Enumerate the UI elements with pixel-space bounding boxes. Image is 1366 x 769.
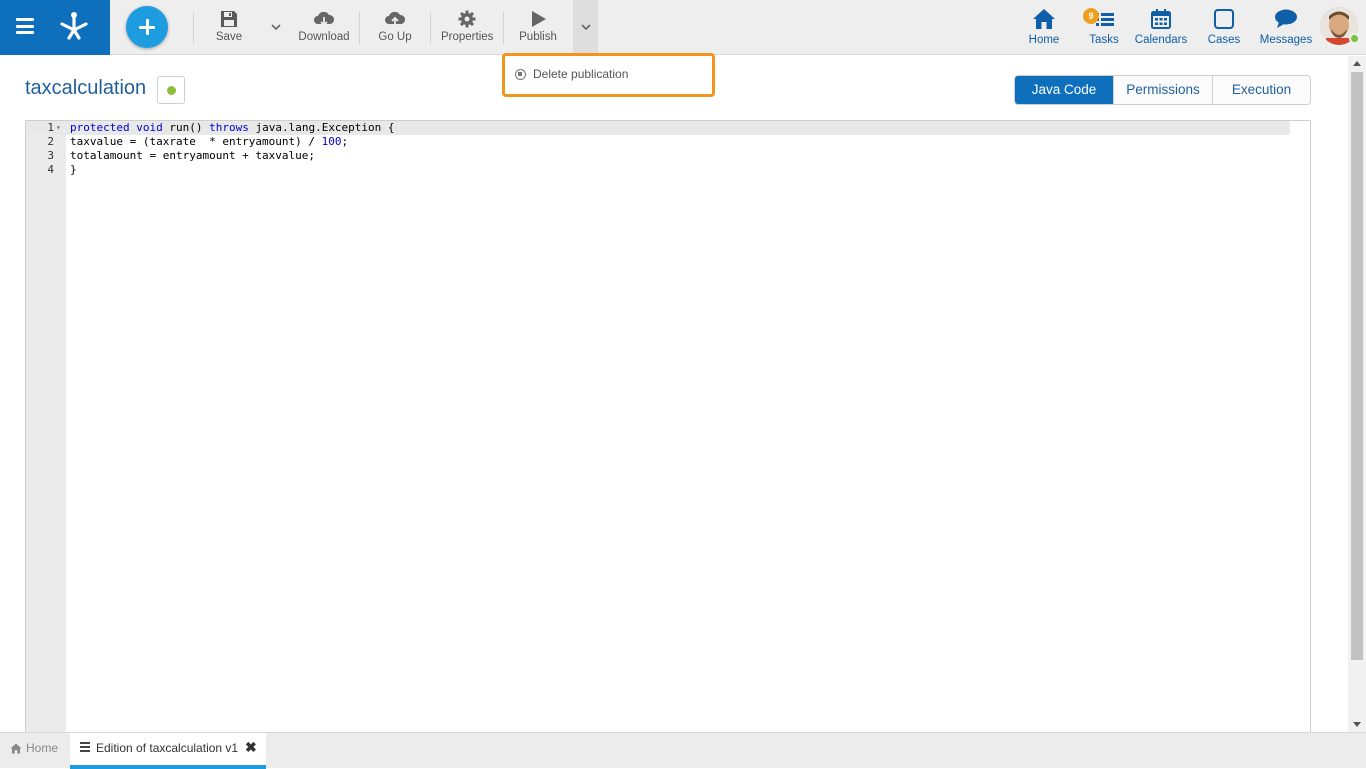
download-label: Download bbox=[298, 31, 350, 43]
gear-icon bbox=[458, 10, 476, 28]
top-toolbar: Save Download Go Up Properties Publish H… bbox=[0, 0, 1366, 55]
code-line: 4 } bbox=[26, 163, 1310, 177]
go-up-label: Go Up bbox=[378, 31, 412, 43]
line-number: 4 bbox=[47, 163, 54, 176]
scrollbar-thumb[interactable] bbox=[1351, 72, 1363, 660]
calendar-icon bbox=[1151, 9, 1171, 29]
delete-publication-menu-item[interactable]: Delete publication bbox=[515, 67, 628, 81]
home-icon bbox=[10, 743, 22, 753]
bottom-tab-bar: Home Edition of taxcalculation v1 ✖ bbox=[0, 732, 1366, 769]
tab-execution[interactable]: Execution bbox=[1212, 76, 1310, 104]
bottom-tab-document-label: Edition of taxcalculation v1 bbox=[96, 741, 239, 755]
code-text: protected void run() throws java.lang.Ex… bbox=[70, 121, 395, 134]
fold-toggle-icon[interactable]: ▾ bbox=[56, 121, 61, 135]
brand-area bbox=[0, 0, 110, 55]
code-line: 2 taxvalue = (taxrate * entryamount) / 1… bbox=[26, 135, 1310, 149]
online-status-indicator bbox=[1349, 33, 1360, 44]
nav-cases[interactable]: Cases bbox=[1206, 6, 1242, 52]
nav-cases-label: Cases bbox=[1207, 34, 1241, 46]
go-up-button[interactable]: Go Up bbox=[375, 8, 415, 48]
code-text: taxvalue = (taxrate * entryamount) / 100… bbox=[70, 135, 349, 148]
scroll-up-arrow-icon[interactable] bbox=[1353, 61, 1361, 66]
code-editor[interactable]: 1 ▾ protected void run() throws java.lan… bbox=[25, 120, 1311, 740]
download-button[interactable]: Download bbox=[298, 8, 350, 48]
nav-home-label: Home bbox=[1028, 34, 1060, 46]
publish-options-button[interactable] bbox=[573, 0, 598, 54]
tab-java-code[interactable]: Java Code bbox=[1015, 76, 1113, 104]
publish-label: Publish bbox=[519, 31, 557, 43]
tab-permissions[interactable]: Permissions bbox=[1113, 76, 1212, 104]
toolbar-divider bbox=[193, 12, 194, 44]
nav-tasks-label: Tasks bbox=[1089, 34, 1119, 46]
scroll-down-arrow-icon[interactable] bbox=[1353, 722, 1361, 727]
line-number: 2 bbox=[47, 135, 54, 148]
speech-bubble-icon bbox=[1275, 9, 1297, 28]
properties-button[interactable]: Properties bbox=[441, 8, 493, 48]
stop-circle-icon bbox=[515, 68, 526, 80]
publish-options-menu: Delete publication bbox=[502, 53, 715, 97]
cloud-upload-icon bbox=[385, 11, 406, 26]
properties-label: Properties bbox=[441, 31, 494, 43]
toolbar-divider bbox=[503, 12, 504, 44]
view-tabs: Java Code Permissions Execution bbox=[1014, 75, 1311, 105]
toolbar-divider bbox=[430, 12, 431, 44]
line-number: 1 bbox=[47, 121, 54, 134]
save-options-chevron-icon[interactable] bbox=[270, 21, 282, 33]
code-text: totalamount = entryamount + taxvalue; bbox=[70, 149, 316, 162]
code-line: 3 totalamount = entryamount + taxvalue; bbox=[26, 149, 1310, 163]
list-icon bbox=[80, 742, 90, 752]
editor-lines: 1 ▾ protected void run() throws java.lan… bbox=[26, 121, 1310, 177]
nav-calendars[interactable]: Calendars bbox=[1134, 6, 1188, 52]
nav-home[interactable]: Home bbox=[1026, 6, 1062, 52]
toolbar-divider bbox=[359, 12, 360, 44]
line-number: 3 bbox=[47, 149, 54, 162]
close-tab-icon[interactable]: ✖ bbox=[245, 739, 257, 756]
bottom-tab-home[interactable]: Home bbox=[10, 741, 58, 755]
publish-button[interactable]: Publish bbox=[518, 8, 558, 48]
cases-icon bbox=[1214, 9, 1234, 29]
page-scrollbar[interactable] bbox=[1348, 56, 1366, 732]
app-logo-icon[interactable] bbox=[57, 10, 91, 42]
save-icon bbox=[221, 11, 237, 27]
status-indicator-dot bbox=[167, 86, 176, 95]
status-button[interactable] bbox=[157, 76, 185, 104]
delete-publication-label: Delete publication bbox=[533, 67, 629, 81]
cloud-download-icon bbox=[314, 11, 335, 27]
home-icon bbox=[1033, 9, 1055, 29]
page-title: taxcalculation bbox=[25, 77, 147, 99]
tasks-count-badge: 9 bbox=[1083, 8, 1099, 24]
save-label: Save bbox=[215, 31, 243, 43]
nav-messages-label: Messages bbox=[1259, 34, 1313, 46]
nav-calendars-label: Calendars bbox=[1134, 34, 1188, 46]
code-text: } bbox=[70, 163, 77, 176]
bottom-tab-home-label: Home bbox=[26, 741, 59, 755]
editor-gutter bbox=[26, 121, 66, 739]
chevron-down-icon bbox=[581, 24, 591, 31]
nav-messages[interactable]: Messages bbox=[1258, 6, 1314, 52]
hamburger-menu-icon[interactable] bbox=[16, 18, 34, 34]
play-icon bbox=[532, 11, 546, 27]
code-line: 1 ▾ protected void run() throws java.lan… bbox=[26, 121, 1290, 135]
add-new-button[interactable] bbox=[126, 6, 168, 48]
bottom-tab-document[interactable]: Edition of taxcalculation v1 ✖ bbox=[70, 733, 266, 769]
save-button[interactable]: Save bbox=[210, 8, 248, 48]
